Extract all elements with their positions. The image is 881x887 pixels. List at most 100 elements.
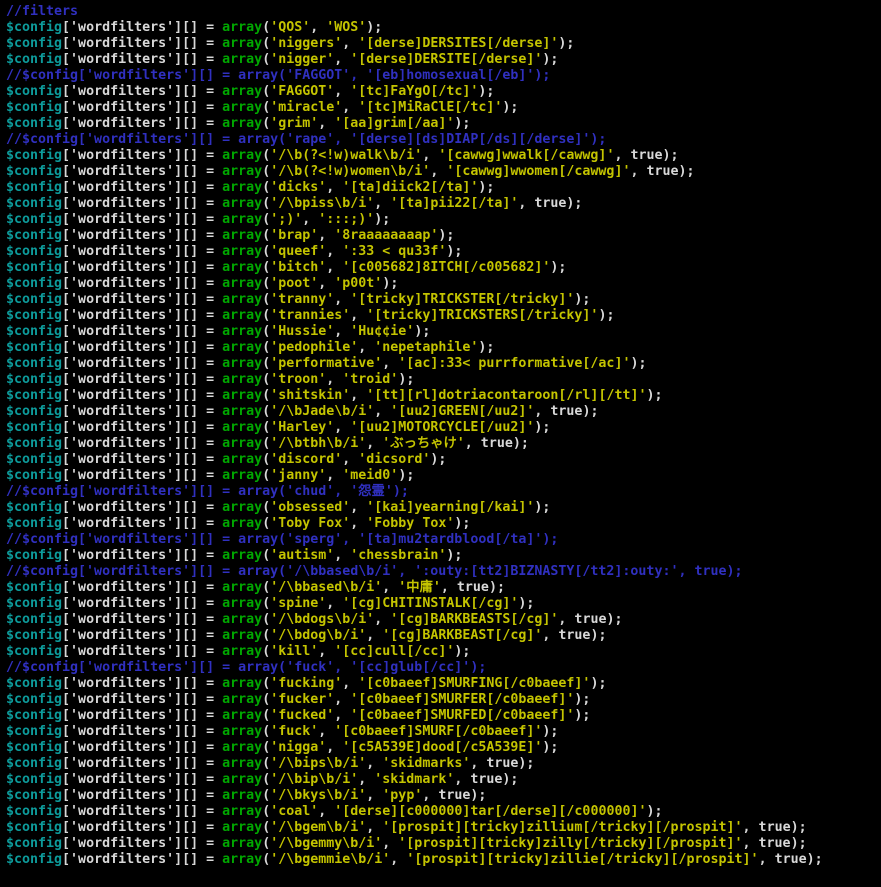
open-paren: ( — [262, 644, 270, 659]
array-keyword: array — [222, 260, 262, 275]
open-paren: ( — [262, 612, 270, 627]
open-paren: ( — [262, 820, 270, 835]
filter-replacement-string: 'nepetaphile' — [374, 340, 478, 355]
php-variable: $config — [6, 724, 62, 739]
filter-source-string: '/\btbh\b/i' — [270, 436, 366, 451]
filter-source-string: '/\b(?<!w)walk\b/i' — [270, 148, 422, 163]
php-variable: $config — [6, 836, 62, 851]
open-paren: ( — [262, 20, 270, 35]
filter-source-string: '/\bgemmy\b/i' — [270, 836, 382, 851]
line-end: ); — [374, 212, 390, 227]
array-subscript: ['wordfilters'][] = — [62, 628, 222, 643]
php-variable: $config — [6, 100, 62, 115]
argument-separator: , — [326, 596, 342, 611]
array-keyword: array — [222, 628, 262, 643]
array-keyword: array — [222, 100, 262, 115]
filter-replacement-string: '[tricky]TRICKSTER[/tricky]' — [350, 292, 574, 307]
array-subscript: ['wordfilters'][] = — [62, 276, 222, 291]
filter-replacement-string: '中庸' — [398, 580, 441, 595]
array-keyword: array — [222, 852, 262, 867]
php-variable: $config — [6, 756, 62, 771]
code-line: $config['wordfilters'][] = array('nigger… — [6, 36, 881, 52]
array-subscript: ['wordfilters'][] = — [62, 708, 222, 723]
filter-source-string: 'pedophile' — [270, 340, 358, 355]
php-variable: $config — [6, 356, 62, 371]
php-variable: $config — [6, 52, 62, 67]
array-subscript: ['wordfilters'][] = — [62, 740, 222, 755]
filter-source-string: 'miracle' — [270, 100, 342, 115]
filter-source-string: 'autism' — [270, 548, 334, 563]
code-line-comment: //$config['wordfilters'][] = array('FAGG… — [6, 68, 881, 84]
filter-replacement-string: '[derse]DERSITES[/derse]' — [358, 36, 558, 51]
argument-separator: , — [382, 356, 398, 371]
array-subscript: ['wordfilters'][] = — [62, 596, 222, 611]
php-variable: $config — [6, 260, 62, 275]
filter-replacement-string: 'Fobby Tox' — [366, 516, 454, 531]
open-paren: ( — [262, 212, 270, 227]
code-line: $config['wordfilters'][] = array('/\bdog… — [6, 612, 881, 628]
php-variable: $config — [6, 276, 62, 291]
open-paren: ( — [262, 324, 270, 339]
filter-source-string: 'troon' — [270, 372, 326, 387]
open-paren: ( — [262, 516, 270, 531]
php-variable: $config — [6, 116, 62, 131]
array-keyword: array — [222, 340, 262, 355]
array-keyword: array — [222, 404, 262, 419]
code-line: $config['wordfilters'][] = array('QOS', … — [6, 20, 881, 36]
line-end: ); — [454, 116, 470, 131]
filter-source-string: 'shitskin' — [270, 388, 350, 403]
argument-separator: , — [390, 852, 406, 867]
open-paren: ( — [262, 468, 270, 483]
line-end: , true); — [534, 404, 598, 419]
array-subscript: ['wordfilters'][] = — [62, 20, 222, 35]
line-end: ); — [502, 100, 518, 115]
open-paren: ( — [262, 580, 270, 595]
php-variable: $config — [6, 308, 62, 323]
php-variable: $config — [6, 804, 62, 819]
php-variable: $config — [6, 388, 62, 403]
array-keyword: array — [222, 212, 262, 227]
array-subscript: ['wordfilters'][] = — [62, 500, 222, 515]
php-variable: $config — [6, 244, 62, 259]
code-editor[interactable]: //filters$config['wordfilters'][] = arra… — [0, 0, 881, 887]
array-keyword: array — [222, 596, 262, 611]
array-subscript: ['wordfilters'][] = — [62, 420, 222, 435]
php-variable: $config — [6, 692, 62, 707]
array-keyword: array — [222, 308, 262, 323]
php-variable: $config — [6, 228, 62, 243]
argument-separator: , — [350, 308, 366, 323]
php-variable: $config — [6, 820, 62, 835]
filter-source-string: 'tranny' — [270, 292, 334, 307]
array-keyword: array — [222, 84, 262, 99]
open-paren: ( — [262, 196, 270, 211]
filter-source-string: 'kill' — [270, 644, 318, 659]
line-end: , true); — [759, 852, 823, 867]
argument-separator: , — [350, 500, 366, 515]
line-end: ); — [446, 244, 462, 259]
filter-replacement-string: '[prospit][tricky]zillie[/tricky][/prosp… — [406, 852, 758, 867]
open-paren: ( — [262, 164, 270, 179]
filter-replacement-string: '[prospit][tricky]zilly[/tricky][/prospi… — [398, 836, 742, 851]
filter-replacement-string: '[ta]diick2[/ta]' — [342, 180, 478, 195]
array-subscript: ['wordfilters'][] = — [62, 644, 222, 659]
code-line: $config['wordfilters'][] = array('Hussie… — [6, 324, 881, 340]
array-keyword: array — [222, 468, 262, 483]
filter-source-string: '/\bgem\b/i' — [270, 820, 366, 835]
array-keyword: array — [222, 580, 262, 595]
php-variable: $config — [6, 788, 62, 803]
code-line: $config['wordfilters'][] = array('nigga'… — [6, 740, 881, 756]
array-keyword: array — [222, 724, 262, 739]
code-line: $config['wordfilters'][] = array('/\b(?<… — [6, 148, 881, 164]
array-subscript: ['wordfilters'][] = — [62, 324, 222, 339]
line-end: , true); — [465, 436, 529, 451]
array-subscript: ['wordfilters'][] = — [62, 468, 222, 483]
array-subscript: ['wordfilters'][] = — [62, 388, 222, 403]
open-paren: ( — [262, 692, 270, 707]
filter-replacement-string: '[tt][rl]dotriacontaroon[/rl][/tt]' — [366, 388, 646, 403]
line-end: ); — [478, 180, 494, 195]
array-keyword: array — [222, 420, 262, 435]
argument-separator: , — [326, 244, 342, 259]
argument-separator: , — [342, 676, 358, 691]
line-end: ); — [438, 228, 454, 243]
code-line: $config['wordfilters'][] = array('fucked… — [6, 708, 881, 724]
